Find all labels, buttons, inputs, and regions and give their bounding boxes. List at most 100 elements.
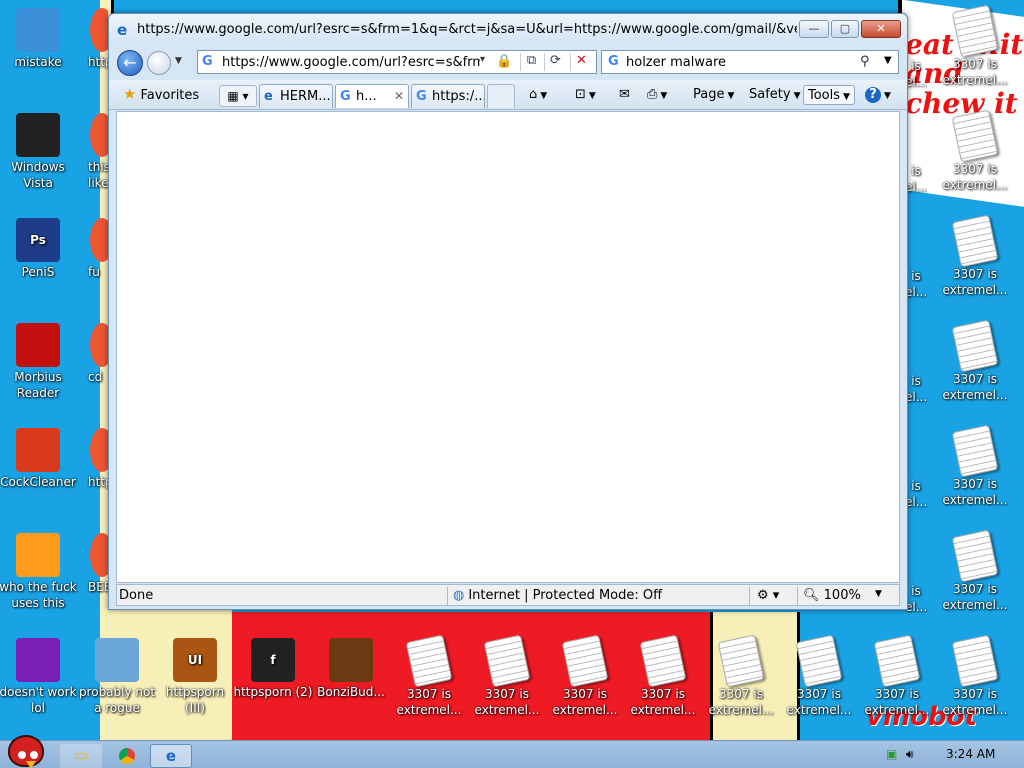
arrow-left-icon: ← [123, 53, 137, 72]
desktop-icon[interactable]: 3307 is extremel... [935, 109, 1015, 193]
app-icon [16, 8, 60, 52]
desktop-icon-partial[interactable]: is el... [905, 163, 927, 195]
document-icon [951, 529, 999, 583]
start-button[interactable] [2, 729, 48, 768]
document-icon [405, 634, 453, 688]
desktop-icon[interactable]: 3307 is extremel... [935, 634, 1015, 718]
print-button[interactable]: ⎙ ▼ [647, 85, 667, 105]
status-options-icon[interactable]: ⚙ ▾ [757, 588, 779, 603]
favorites-label: Favorites [140, 88, 200, 103]
desktop-icon-partial[interactable]: is el... [905, 268, 927, 300]
chrome-taskbar-button[interactable] [106, 744, 148, 768]
folder-icon: ▭ [73, 746, 89, 764]
tab-3[interactable]: Ghttps:/... [411, 84, 485, 108]
network-icon[interactable]: ▣ [886, 747, 897, 761]
desktop-icon-partial[interactable]: fu [78, 218, 108, 280]
google-favicon-icon: G [202, 54, 213, 69]
desktop-icon[interactable]: 3307 is extremel... [545, 634, 625, 718]
desktop-icon[interactable]: probably not a rogue [77, 638, 157, 716]
minimize-button[interactable]: — [799, 20, 829, 38]
title-bar[interactable]: e https://www.google.com/url?esrc=s&frm=… [109, 14, 907, 44]
desktop-icon[interactable]: 3307 is extremel... [623, 634, 703, 718]
desktop-icon[interactable]: BonziBud... [311, 638, 391, 700]
address-bar[interactable]: G https://www.google.com/url?esrc=s&frm=… [197, 50, 597, 74]
help-menu[interactable]: ? ▼ [865, 85, 891, 105]
desktop-icon[interactable]: 3307 is extremel... [467, 634, 547, 718]
safety-label: Safety [749, 87, 791, 102]
refresh-icon[interactable]: ⟳ [544, 53, 566, 71]
desktop-icon[interactable]: Windows Vista [0, 113, 78, 191]
compatibility-view-icon[interactable]: ⧉ [520, 53, 542, 71]
desktop-icon[interactable]: 3307 is extremel... [935, 424, 1015, 508]
quick-tabs-button[interactable]: ▦ ▾ [219, 85, 257, 107]
show-desktop-button[interactable]: ▭ [60, 744, 102, 768]
desktop-icon[interactable]: 3307 is extremel... [779, 634, 859, 718]
security-zone[interactable]: ◍ Internet | Protected Mode: Off [453, 588, 662, 603]
desktop-icon[interactable]: f httpsporn (2) [233, 638, 313, 700]
desktop-icon[interactable]: 3307 is extremel... [935, 4, 1015, 88]
tab-close-icon[interactable]: ✕ [394, 89, 404, 103]
desktop-icon[interactable]: CockCleaner [0, 428, 78, 490]
recent-pages-dropdown[interactable]: ▼ [175, 56, 187, 68]
clock[interactable]: 3:24 AM [946, 747, 995, 761]
read-mail-button[interactable]: ✉ [619, 85, 630, 105]
close-button[interactable]: ✕ [861, 20, 901, 38]
desktop-icon-partial[interactable]: http [78, 428, 108, 490]
back-button[interactable]: ← [117, 50, 143, 76]
desktop-icon[interactable]: 3307 is extremel... [701, 634, 781, 718]
desktop-icon[interactable]: 3307 is extremel... [857, 634, 937, 718]
address-dropdown[interactable]: ▾ [480, 54, 485, 65]
desktop-icon[interactable]: 3307 is extremel... [935, 529, 1015, 613]
volume-icon[interactable]: 🔊︎ [906, 747, 914, 762]
desktop-icon-partial[interactable]: http [78, 8, 108, 70]
page-label: Page [693, 87, 725, 102]
desktop-icon-partial[interactable]: is el... [905, 478, 927, 510]
forward-button[interactable] [147, 51, 171, 75]
safety-menu[interactable]: Safety ▼ [749, 85, 801, 105]
desktop-icon[interactable]: mistake [0, 8, 78, 70]
desktop-icon[interactable]: 3307 is extremel... [935, 319, 1015, 403]
desktop-icon[interactable]: doesn't work lol [0, 638, 78, 716]
maximize-button[interactable]: ▢ [831, 20, 859, 38]
search-icon[interactable]: ⚲ [860, 54, 870, 69]
app-icon [16, 533, 60, 577]
zoom-dropdown[interactable]: ▼ [875, 589, 882, 599]
desktop-icon-partial[interactable]: cd [78, 323, 108, 385]
desktop-icon-partial[interactable]: is el... [905, 583, 927, 615]
desktop-icon-partial[interactable]: this like [78, 113, 108, 191]
lock-icon[interactable]: 🔒 [496, 54, 512, 69]
page-menu[interactable]: Page ▼ [693, 85, 734, 105]
stop-icon[interactable]: ✕ [570, 53, 592, 71]
desktop-icon-label: 3307 is extremel... [942, 267, 1008, 297]
desktop-icon-label: 3307 is extremel... [942, 582, 1008, 612]
search-options-dropdown[interactable]: ▼ [884, 55, 892, 66]
desktop-icon[interactable]: who the fuck uses this [0, 533, 78, 611]
desktop-icon[interactable]: Ps PeniS [0, 218, 78, 280]
tab-2[interactable]: Gh... ✕ [335, 84, 409, 108]
search-box[interactable]: G ⚲ ▼ [601, 50, 899, 74]
feeds-button[interactable]: ⊡ ▼ [575, 85, 596, 105]
desktop-icon-label: Morbius Reader [14, 370, 62, 400]
address-input[interactable]: https://www.google.com/url?esrc=s&frm=1 [222, 55, 480, 70]
new-tab-button[interactable] [487, 84, 515, 108]
page-content[interactable] [116, 111, 900, 583]
desktop-icon-label: is el... [905, 479, 927, 509]
favorites-button[interactable]: ★ Favorites [123, 85, 199, 105]
desktop-icon[interactable]: Morbius Reader [0, 323, 78, 401]
desktop-icon-partial[interactable]: is el... [905, 373, 927, 405]
desktop-icon[interactable]: UI httpsporn (III) [155, 638, 235, 716]
ie-taskbar-button[interactable]: e [150, 744, 192, 768]
taskbar: ▭ e ▣ 🔊︎ 3:24 AM [0, 735, 1024, 768]
desktop-icon[interactable]: 3307 is extremel... [389, 634, 469, 718]
tab-1[interactable]: e HERM... [259, 84, 333, 108]
document-icon [951, 109, 999, 163]
tools-menu[interactable]: Tools ▼ [803, 85, 855, 105]
ie-window: e https://www.google.com/url?esrc=s&frm=… [108, 13, 908, 610]
search-input[interactable] [626, 53, 856, 71]
desktop-icon[interactable]: 3307 is extremel... [935, 214, 1015, 298]
desktop-icon-partial[interactable]: is el... [905, 58, 927, 90]
home-button[interactable]: ⌂ ▼ [529, 85, 547, 105]
desktop-icon-partial[interactable]: BEE [78, 533, 108, 595]
tab-label: https:/... [432, 89, 485, 104]
zoom-level[interactable]: 🔍︎ 100% [803, 588, 861, 603]
